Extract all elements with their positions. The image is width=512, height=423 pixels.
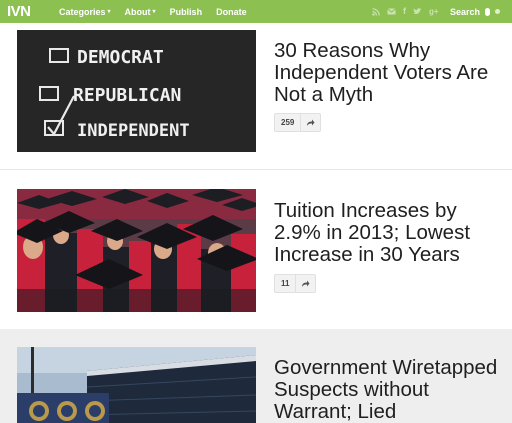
social-icons: f g+ (372, 0, 439, 23)
share-count: 259 (275, 114, 302, 131)
article-headline[interactable]: 30 Reasons Why Independent Voters Are No… (274, 40, 504, 106)
nav-donate[interactable]: Donate (216, 7, 247, 17)
share-button[interactable]: 259 (274, 113, 322, 132)
rss-icon[interactable] (372, 7, 380, 16)
mail-icon[interactable] (387, 8, 396, 15)
site-logo[interactable]: IVN (7, 3, 45, 20)
search-button[interactable]: Search (450, 0, 501, 23)
chevron-down-icon: ▾ (152, 9, 156, 15)
article-thumbnail[interactable] (17, 347, 256, 423)
facebook-icon[interactable]: f (403, 7, 406, 16)
share-arrow-icon (301, 114, 320, 131)
nav-about-label: About (124, 6, 151, 17)
top-nav-bar: IVN Categories ▾ About ▾ Publish Donate … (0, 0, 512, 23)
graduation-crowd-image (17, 189, 256, 312)
share-arrow-icon (296, 275, 315, 292)
microphone-icon (485, 7, 491, 16)
article-thumbnail[interactable]: DEMOCRAT REPUBLICAN INDEPENDENT (17, 30, 256, 152)
svg-text:INDEPENDENT: INDEPENDENT (77, 121, 190, 141)
article-card: Tuition Increases by 2.9% in 2013; Lowes… (0, 169, 512, 329)
svg-text:REPUBLICAN: REPUBLICAN (73, 85, 181, 106)
chevron-down-icon: ▾ (107, 9, 111, 15)
svg-text:DEMOCRAT: DEMOCRAT (77, 47, 164, 68)
article-card: DEMOCRAT REPUBLICAN INDEPENDENT 30 Reaso… (0, 23, 512, 168)
article-thumbnail[interactable] (17, 189, 256, 312)
article-card: Government Wiretapped Suspects without W… (0, 329, 512, 423)
google-plus-icon[interactable]: g+ (429, 7, 439, 16)
article-headline[interactable]: Tuition Increases by 2.9% in 2013; Lowes… (274, 200, 504, 266)
search-label: Search (450, 6, 481, 17)
nav-publish-label: Publish (169, 6, 203, 17)
article-headline[interactable]: Government Wiretapped Suspects without W… (274, 357, 504, 423)
share-count: 11 (275, 275, 297, 292)
user-icon[interactable] (495, 9, 501, 14)
nav-donate-label: Donate (216, 6, 247, 17)
chalkboard-ballot-image: DEMOCRAT REPUBLICAN INDEPENDENT (17, 30, 256, 152)
nav-publish[interactable]: Publish (170, 7, 203, 17)
nav-about[interactable]: About ▾ (125, 7, 156, 17)
nav-categories-label: Categories (59, 6, 106, 17)
share-button[interactable]: 11 (274, 274, 317, 293)
nav-categories[interactable]: Categories ▾ (59, 7, 111, 17)
nsa-building-image (17, 347, 256, 423)
twitter-icon[interactable] (413, 8, 422, 15)
